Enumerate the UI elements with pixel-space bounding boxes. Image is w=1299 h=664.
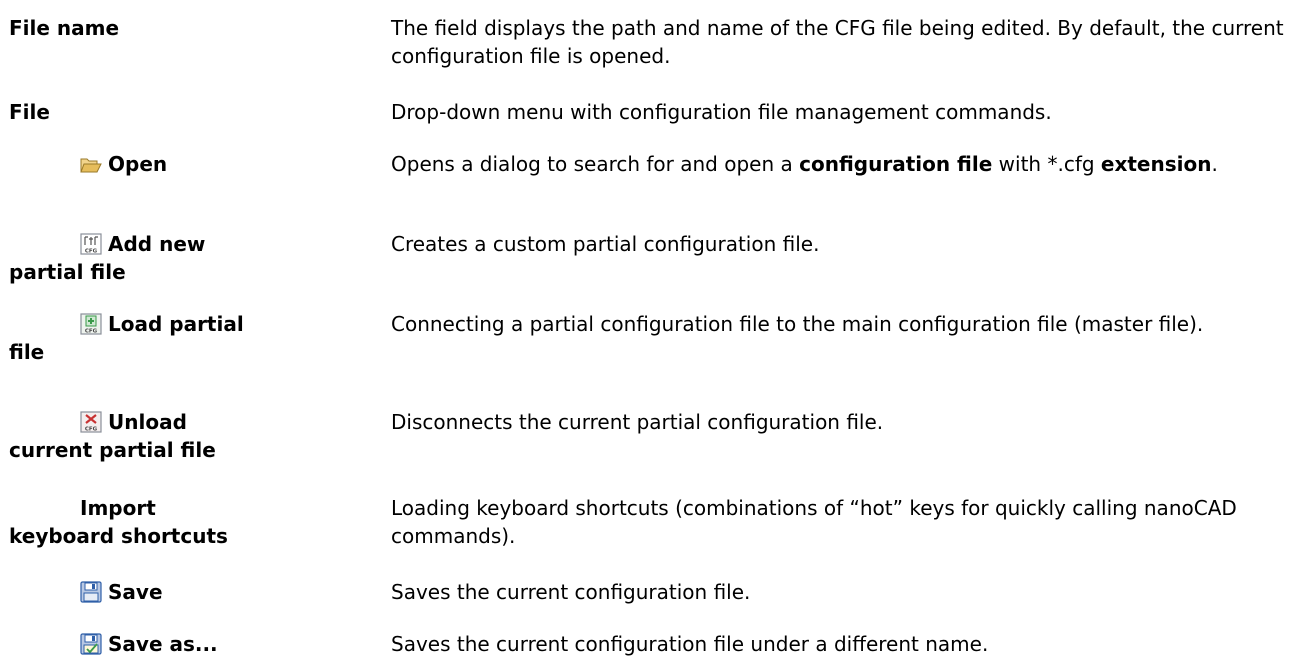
- cfg-add-new-icon: CFG: [80, 233, 102, 255]
- description-unload-current-partial-file: Disconnects the current partial configur…: [391, 410, 884, 434]
- term-label: Open: [108, 152, 168, 176]
- term-label-continued: file: [9, 340, 45, 364]
- description-import-keyboard-shortcuts: Loading keyboard shortcuts (combinations…: [391, 496, 1237, 548]
- description-load-partial-file: Connecting a partial configuration file …: [391, 312, 1204, 336]
- term-add-new-partial-file: CFG Add new partial file: [9, 230, 329, 286]
- term-label-continued: current partial file: [9, 438, 216, 462]
- save-icon: [80, 581, 102, 603]
- term-label: Save: [108, 580, 163, 604]
- term-label-continued: partial file: [9, 260, 126, 284]
- term-save: Save: [9, 578, 329, 606]
- term-open: Open: [9, 150, 329, 178]
- description-file-name: The field displays the path and name of …: [391, 16, 1284, 68]
- term-label: Add new: [108, 232, 206, 256]
- term-label: Unload: [108, 410, 187, 434]
- svg-text:CFG: CFG: [85, 329, 98, 335]
- description-save-as: Saves the current configuration file und…: [391, 632, 989, 656]
- term-label: Save as...: [108, 632, 218, 656]
- term-label: Load partial: [108, 312, 244, 336]
- term-label: File: [9, 100, 50, 124]
- open-folder-icon: [80, 154, 102, 176]
- term-load-partial-file: CFG Load partial file: [9, 310, 329, 366]
- description-open: Opens a dialog to search for and open a …: [391, 152, 1218, 176]
- term-import-keyboard-shortcuts: Import keyboard shortcuts: [9, 494, 329, 550]
- term-label-continued: keyboard shortcuts: [9, 524, 228, 548]
- cfg-unload-icon: CFG: [80, 411, 102, 433]
- svg-text:CFG: CFG: [85, 249, 98, 255]
- term-save-as: Save as...: [9, 630, 329, 658]
- description-file: Drop-down menu with configuration file m…: [391, 100, 1052, 124]
- term-label: Import: [80, 496, 156, 520]
- term-label: File name: [9, 16, 120, 40]
- term-file-name: File name: [9, 14, 329, 42]
- save-as-icon: [80, 633, 102, 655]
- svg-text:CFG: CFG: [85, 427, 98, 433]
- term-file: File: [9, 98, 329, 126]
- cfg-load-icon: CFG: [80, 313, 102, 335]
- description-save: Saves the current configuration file.: [391, 580, 751, 604]
- term-unload-current-partial-file: CFG Unload current partial file: [9, 408, 329, 464]
- description-add-new-partial-file: Creates a custom partial configuration f…: [391, 232, 820, 256]
